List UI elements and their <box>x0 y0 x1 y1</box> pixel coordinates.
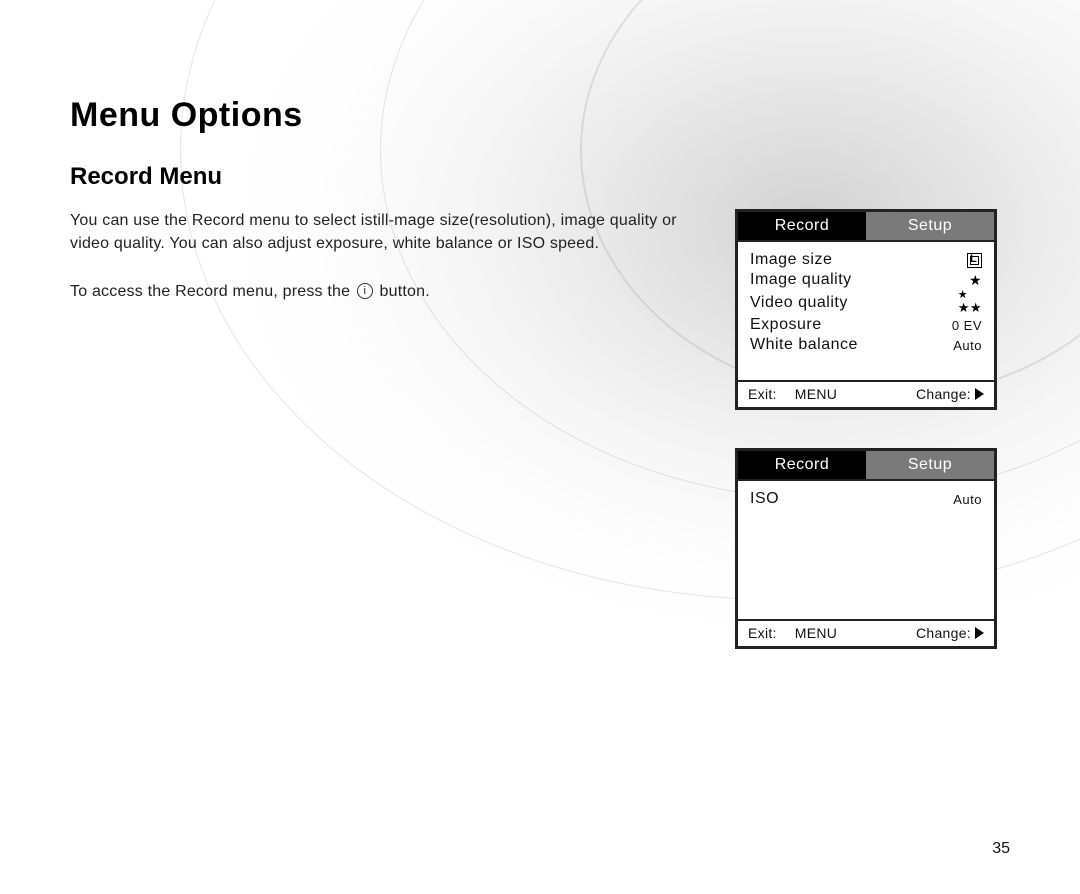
menu-item-image-quality[interactable]: Image quality ★ <box>750 270 982 290</box>
change-text: Change: <box>916 386 971 402</box>
tab-setup[interactable]: Setup <box>866 212 994 240</box>
body-text-column: You can use the Record menu to select is… <box>70 209 735 649</box>
page-number: 35 <box>992 840 1010 858</box>
menu-item-label: ISO <box>750 490 779 508</box>
footer-change-label: Change: <box>916 386 984 402</box>
tab-record[interactable]: Record <box>738 451 866 479</box>
lcd2-body: ISO Auto <box>738 481 994 619</box>
footer-exit-label: Exit: <box>748 625 777 641</box>
chevron-right-icon[interactable] <box>975 388 984 400</box>
menu-item-value: 0 EV <box>944 318 982 333</box>
size-box-icon <box>967 253 982 268</box>
menu-item-label: Image quality <box>750 271 852 289</box>
footer-change-label: Change: <box>916 625 984 641</box>
tab-setup[interactable]: Setup <box>866 451 994 479</box>
menu-item-video-quality[interactable]: Video quality ★★★ <box>750 290 982 315</box>
tab-record[interactable]: Record <box>738 212 866 240</box>
menu-item-exposure[interactable]: Exposure 0 EV <box>750 315 982 335</box>
menu-item-label: White balance <box>750 336 858 354</box>
footer-menu-button[interactable]: MENU <box>795 386 837 402</box>
chevron-right-icon[interactable] <box>975 627 984 639</box>
lcd1-footer: Exit: MENU Change: <box>738 380 994 407</box>
menu-item-image-size[interactable]: Image size <box>750 250 982 270</box>
camera-lcd-screen-1: Record Setup Image size Image quality ★ … <box>735 209 997 410</box>
menu-item-iso[interactable]: ISO Auto <box>750 489 982 509</box>
footer-exit-label: Exit: <box>748 386 777 402</box>
menu-item-value: Auto <box>944 492 982 507</box>
change-text: Change: <box>916 625 971 641</box>
menu-item-value: Auto <box>944 338 982 353</box>
footer-menu-button[interactable]: MENU <box>795 625 837 641</box>
menu-item-label: Exposure <box>750 316 822 334</box>
lcd1-tabs: Record Setup <box>738 212 994 242</box>
two-star-icon: ★★★ <box>944 291 982 314</box>
camera-lcd-screen-2: Record Setup ISO Auto Exit: MENU Change: <box>735 448 997 649</box>
section-heading: Record Menu <box>70 163 1010 191</box>
star-icon: ★ <box>944 274 982 287</box>
lcd2-tabs: Record Setup <box>738 451 994 481</box>
menu-item-label: Image size <box>750 251 832 269</box>
instruction-prefix: To access the Record menu, press the <box>70 283 355 300</box>
access-instruction: To access the Record menu, press the i b… <box>70 283 705 301</box>
intro-paragraph: You can use the Record menu to select is… <box>70 209 705 255</box>
page-title: Menu Options <box>70 96 1010 135</box>
image-size-icon <box>944 252 982 268</box>
menu-item-label: Video quality <box>750 294 848 312</box>
instruction-suffix: button. <box>380 283 430 300</box>
menu-item-white-balance[interactable]: White balance Auto <box>750 335 982 355</box>
info-button-icon: i <box>357 283 373 299</box>
lcd2-footer: Exit: MENU Change: <box>738 619 994 646</box>
lcd1-body: Image size Image quality ★ Video quality… <box>738 242 994 380</box>
